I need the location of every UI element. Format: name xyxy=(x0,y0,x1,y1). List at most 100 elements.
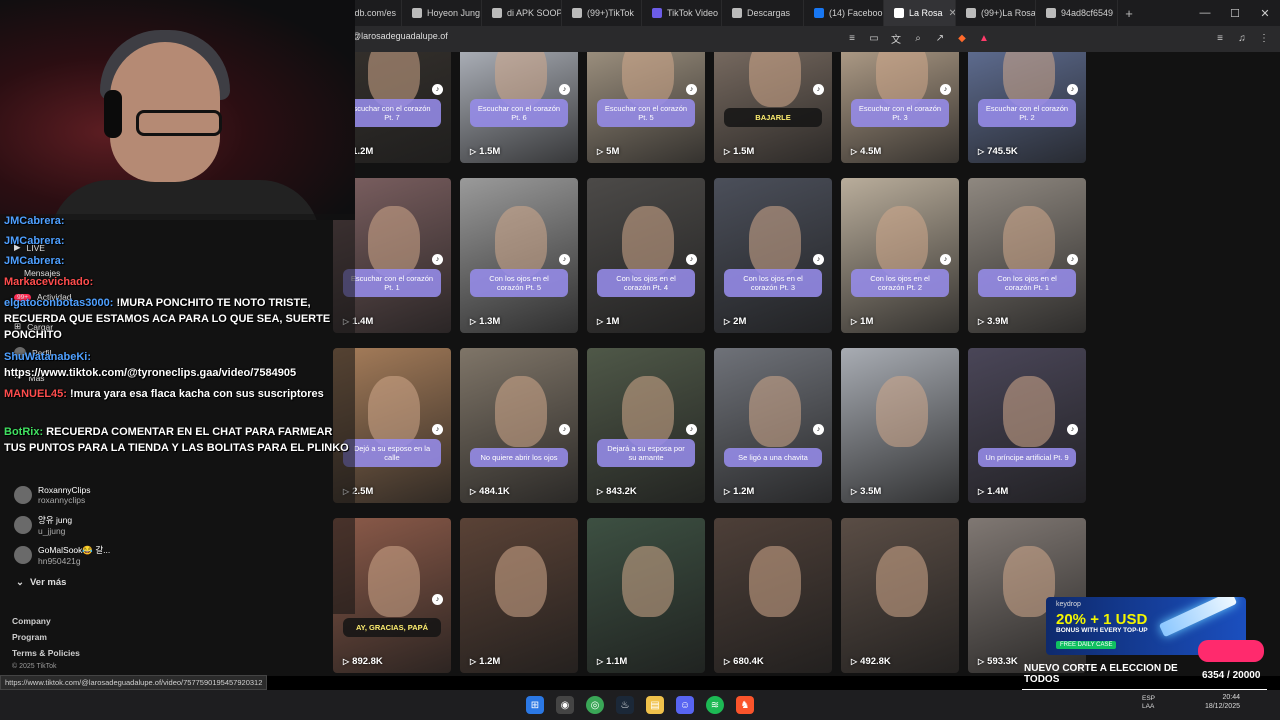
video-card[interactable]: ▷ 492.8K xyxy=(841,518,959,673)
following-item[interactable]: 양유 jung u_jjung xyxy=(14,514,72,536)
tab-label: (14) Facebook xyxy=(829,8,884,18)
close-window-icon[interactable]: ✕ xyxy=(1250,7,1280,20)
play-icon: ▷ xyxy=(724,657,731,666)
view-count: ▷ 1M xyxy=(597,316,619,327)
spotify-icon[interactable]: ≋ xyxy=(706,696,724,714)
more-icon[interactable]: ⋮ xyxy=(1256,30,1272,46)
video-caption: Con los ojos en el corazón Pt. 3 xyxy=(724,269,822,297)
video-card[interactable]: Escuchar con el corazón Pt. 5 ♪ ▷ 5M xyxy=(587,52,705,163)
zoom-icon[interactable]: ⌕ xyxy=(910,30,926,46)
ad-brand: keydrop xyxy=(1056,601,1081,608)
video-caption: Con los ojos en el corazón Pt. 2 xyxy=(851,269,949,297)
playlist-icon[interactable]: ♫ xyxy=(1234,30,1250,46)
video-card[interactable]: BAJARLE ♪ ▷ 1.5M xyxy=(714,52,832,163)
tiktok-logo-icon: ♪ xyxy=(1067,84,1078,95)
footer-link-company[interactable]: Company xyxy=(12,616,51,626)
view-count-value: 1.3M xyxy=(479,316,501,327)
view-count: ▷ 2M xyxy=(724,316,746,327)
video-card[interactable]: No quiere abrir los ojos ♪ ▷ 484.1K xyxy=(460,348,578,503)
video-card[interactable]: ▷ 3.5M xyxy=(841,348,959,503)
browser-tab[interactable]: (99+)TikTok xyxy=(562,0,642,26)
translate-icon[interactable]: 文 xyxy=(888,30,904,46)
close-tab-icon[interactable]: ✕ xyxy=(949,8,955,19)
minimize-icon[interactable]: — xyxy=(1190,7,1220,19)
rewards-icon[interactable]: ▲ xyxy=(976,30,992,46)
system-clock[interactable]: 20:44 18/12/2025 xyxy=(1205,693,1240,711)
share-icon[interactable]: ↗ xyxy=(932,30,948,46)
file-explorer-icon[interactable]: ▤ xyxy=(646,696,664,714)
view-count: ▷ 492.8K xyxy=(851,656,891,667)
following-item[interactable]: GoMalSook😂 갈... hn950421g xyxy=(14,544,110,566)
view-count-value: 1.1M xyxy=(606,656,628,667)
menu-icon[interactable]: ≡ xyxy=(1212,30,1228,46)
following-name: 양유 jung xyxy=(38,515,73,525)
brave-icon[interactable]: ♞ xyxy=(736,696,754,714)
footer-link-program[interactable]: Program xyxy=(12,632,47,642)
lang-code: ESP xyxy=(1142,695,1156,702)
browser-tab[interactable]: Descargas xyxy=(722,0,804,26)
video-card[interactable]: Un príncipe artificial Pt. 9 ♪ ▷ 1.4M xyxy=(968,348,1086,503)
browser-tab[interactable]: (14) Facebook xyxy=(804,0,884,26)
video-card[interactable]: Con los ojos en el corazón Pt. 5 ♪ ▷ 1.3M xyxy=(460,178,578,333)
tab-favicon-icon xyxy=(894,8,904,18)
video-caption: No quiere abrir los ojos xyxy=(470,448,568,467)
chat-username: BotRix: xyxy=(4,426,44,438)
status-bar-url: https://www.tiktok.com/@larosadeguadalup… xyxy=(0,675,268,690)
play-icon: ▷ xyxy=(978,317,985,326)
following-item[interactable]: RoxannyClips roxannyclips xyxy=(14,485,90,505)
thumbnail-person xyxy=(749,545,802,618)
video-card[interactable]: ▷ 680.4K xyxy=(714,518,832,673)
browser-tab[interactable]: 94ad8cf6549 xyxy=(1036,0,1118,26)
video-card[interactable]: Escuchar con el corazón Pt. 6 ♪ ▷ 1.5M xyxy=(460,52,578,163)
video-caption: Se ligó a una chavita xyxy=(724,448,822,467)
tab-label: La Rosa xyxy=(909,8,943,18)
video-card[interactable]: ▷ 1.2M xyxy=(460,518,578,673)
video-card[interactable]: Dejará a su esposa por su amante ♪ ▷ 843.2K xyxy=(587,348,705,503)
browser-tab[interactable]: (99+)La Rosa xyxy=(956,0,1036,26)
tab-label: 94ad8cf6549 xyxy=(1061,8,1114,18)
browser-tab[interactable]: di APK SOOP xyxy=(482,0,562,26)
reader-mode-icon[interactable]: ≡ xyxy=(844,30,860,46)
tab-favicon-icon xyxy=(572,8,582,18)
view-count: ▷ 1.5M xyxy=(724,146,754,157)
view-count: ▷ 1.3M xyxy=(470,316,500,327)
video-card[interactable]: Con los ojos en el corazón Pt. 3 ♪ ▷ 2M xyxy=(714,178,832,333)
video-card[interactable]: Escuchar con el corazón Pt. 3 ♪ ▷ 4.5M xyxy=(841,52,959,163)
streamer-glasses xyxy=(136,110,222,136)
tiktok-logo-icon: ♪ xyxy=(813,84,824,95)
language-indicator[interactable]: ESP LAA xyxy=(1142,695,1155,711)
steam-icon[interactable]: ♨ xyxy=(616,696,634,714)
new-tab-button[interactable]: + xyxy=(1118,6,1140,21)
video-caption: Un príncipe artificial Pt. 9 xyxy=(978,448,1076,467)
video-caption: Dejó a su esposo en la calle xyxy=(343,439,441,467)
video-card[interactable]: Con los ojos en el corazón Pt. 1 ♪ ▷ 3.9M xyxy=(968,178,1086,333)
chat-message: JMCabrera: xyxy=(4,214,349,230)
tab-favicon-icon xyxy=(732,8,742,18)
browser-tab[interactable]: Hoyeon Jung xyxy=(402,0,482,26)
ad-button[interactable]: FREE DAILY CASE xyxy=(1056,641,1117,649)
discord-icon[interactable]: ☺ xyxy=(676,696,694,714)
browser-tab[interactable]: La Rosa ✕ xyxy=(884,0,956,26)
screen-icon[interactable]: ▭ xyxy=(866,30,882,46)
maximize-icon[interactable]: ☐ xyxy=(1220,7,1250,20)
brave-shield-icon[interactable]: ◆ xyxy=(954,30,970,46)
chrome-icon[interactable]: ◎ xyxy=(586,696,604,714)
url-field[interactable]: @larosadeguadalupe.of xyxy=(352,31,448,41)
view-count-value: 1.4M xyxy=(987,486,1009,497)
footer-link-terms[interactable]: Terms & Policies xyxy=(12,648,80,658)
see-more-button[interactable]: ⌄ Ver más xyxy=(16,577,66,588)
windows-start-icon[interactable]: ⊞ xyxy=(526,696,544,714)
video-caption: Con los ojos en el corazón Pt. 5 xyxy=(470,269,568,297)
video-card[interactable]: Escuchar con el corazón Pt. 2 ♪ ▷ 745.5K xyxy=(968,52,1086,163)
video-card[interactable]: Con los ojos en el corazón Pt. 4 ♪ ▷ 1M xyxy=(587,178,705,333)
thumbnail-person xyxy=(368,545,421,618)
play-icon: ▷ xyxy=(470,317,477,326)
thumbnail-person xyxy=(622,205,675,278)
view-count-value: 745.5K xyxy=(987,146,1018,157)
video-card[interactable]: Se ligó a una chavita ♪ ▷ 1.2M xyxy=(714,348,832,503)
browser-tab[interactable]: TikTok Video xyxy=(642,0,722,26)
video-caption: Con los ojos en el corazón Pt. 4 xyxy=(597,269,695,297)
video-card[interactable]: ▷ 1.1M xyxy=(587,518,705,673)
obs-icon[interactable]: ◉ xyxy=(556,696,574,714)
video-card[interactable]: Con los ojos en el corazón Pt. 2 ♪ ▷ 1M xyxy=(841,178,959,333)
